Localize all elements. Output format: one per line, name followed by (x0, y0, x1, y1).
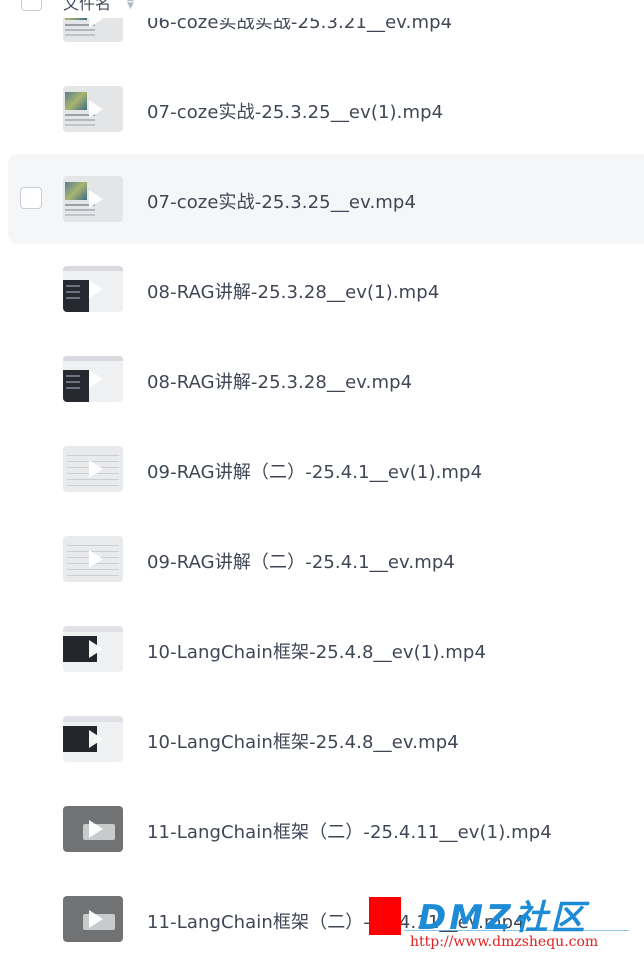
row-checkbox[interactable] (20, 187, 42, 209)
video-thumbnail[interactable] (63, 356, 123, 402)
play-icon (89, 640, 103, 658)
watermark: DMZ社区 http://www.dmzshequ.com (404, 890, 636, 958)
file-name[interactable]: 07-coze实战-25.3.25__ev(1).mp4 (147, 98, 443, 124)
select-all-checkbox[interactable] (21, 0, 42, 11)
file-row[interactable]: 11-LangChain框架（二）-25.4.11__ev(1).mp4 (0, 784, 644, 874)
file-row[interactable]: 08-RAG讲解-25.3.28__ev(1).mp4 (0, 244, 644, 334)
file-name[interactable]: 07-coze实战-25.3.25__ev.mp4 (147, 188, 416, 214)
sort-icon[interactable]: ▲▼ (127, 0, 134, 11)
play-icon (89, 550, 103, 568)
play-icon (89, 280, 103, 298)
video-thumbnail[interactable] (63, 716, 123, 762)
file-name[interactable]: 08-RAG讲解-25.3.28__ev(1).mp4 (147, 278, 439, 304)
file-list: 06-coze实战实战-25.3.21__ev.mp4 07-coze实战-25.… (0, 0, 644, 964)
column-header-filename[interactable]: 文件名 (63, 0, 111, 14)
file-row[interactable]: 07-coze实战-25.3.25__ev(1).mp4 (0, 64, 644, 154)
file-row[interactable]: 09-RAG讲解（二）-25.4.1__ev(1).mp4 (0, 424, 644, 514)
video-thumbnail[interactable] (63, 446, 123, 492)
file-name[interactable]: 10-LangChain框架-25.4.8__ev.mp4 (147, 728, 459, 754)
play-icon (89, 460, 103, 478)
file-row[interactable]: 09-RAG讲解（二）-25.4.1__ev.mp4 (0, 514, 644, 604)
video-thumbnail[interactable] (63, 86, 123, 132)
file-name[interactable]: 09-RAG讲解（二）-25.4.1__ev.mp4 (147, 548, 455, 574)
play-icon (89, 910, 103, 928)
video-thumbnail[interactable] (63, 536, 123, 582)
file-name[interactable]: 08-RAG讲解-25.3.28__ev.mp4 (147, 368, 412, 394)
file-row[interactable]: 07-coze实战-25.3.25__ev.mp4 (8, 154, 644, 244)
file-name[interactable]: 09-RAG讲解（二）-25.4.1__ev(1).mp4 (147, 458, 482, 484)
watermark-logo: DMZ社区 (418, 898, 588, 938)
file-name[interactable]: 11-LangChain框架（二）-25.4.11__ev(1).mp4 (147, 818, 552, 844)
play-icon (89, 820, 103, 838)
watermark-url: http://www.dmzshequ.com (410, 934, 599, 950)
file-list-header: 文件名 ▲▼ (0, 0, 644, 18)
play-icon (89, 370, 103, 388)
video-thumbnail[interactable] (63, 266, 123, 312)
play-icon (89, 730, 103, 748)
watermark-divider (404, 930, 629, 931)
play-icon (89, 100, 103, 118)
play-icon (89, 190, 103, 208)
file-name[interactable]: 10-LangChain框架-25.4.8__ev(1).mp4 (147, 638, 486, 664)
file-row[interactable]: 08-RAG讲解-25.3.28__ev.mp4 (0, 334, 644, 424)
video-thumbnail[interactable] (63, 176, 123, 222)
video-thumbnail[interactable] (63, 626, 123, 672)
video-thumbnail[interactable] (63, 896, 123, 942)
file-row[interactable]: 10-LangChain框架-25.4.8__ev(1).mp4 (0, 604, 644, 694)
watermark-red-block (369, 897, 401, 935)
file-row[interactable]: 10-LangChain框架-25.4.8__ev.mp4 (0, 694, 644, 784)
video-thumbnail[interactable] (63, 806, 123, 852)
